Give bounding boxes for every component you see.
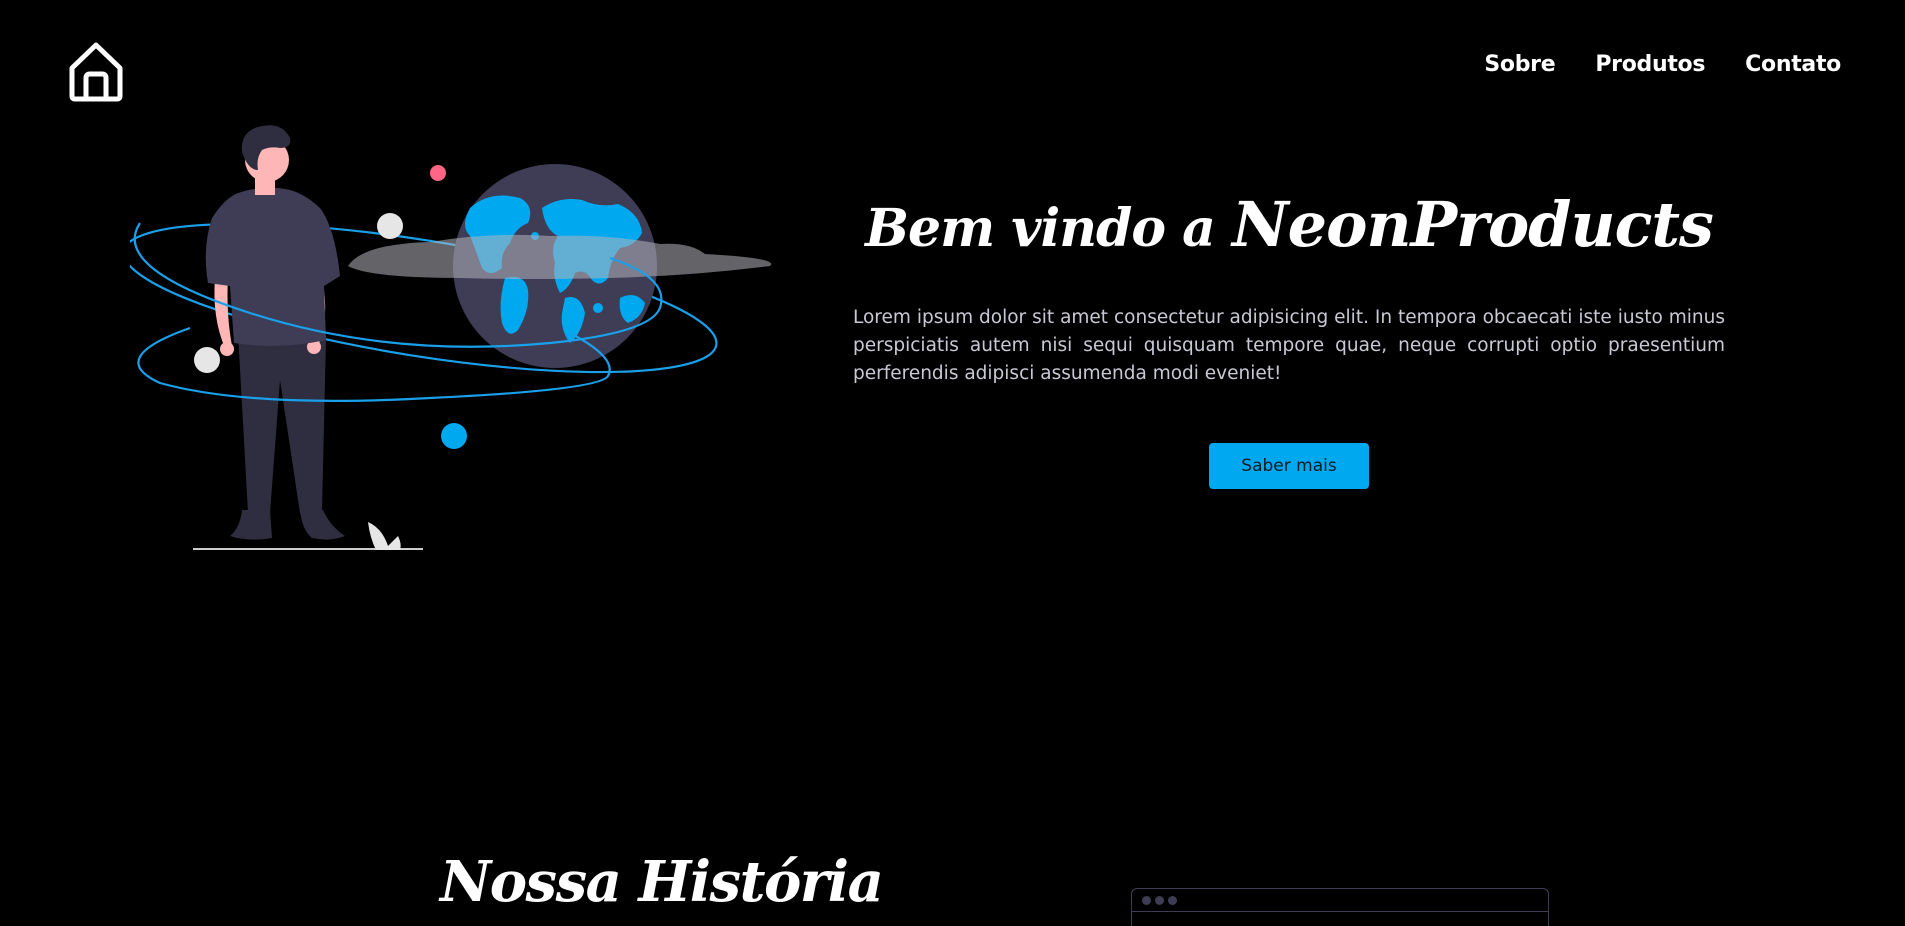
dot-blue [441, 423, 467, 449]
home-link[interactable] [68, 40, 124, 102]
browser-title-bar [1132, 889, 1548, 912]
hero-title-prefix: Bem vindo a [865, 198, 1232, 259]
hero-description: Lorem ipsum dolor sit amet consectetur a… [853, 307, 1725, 384]
browser-window-illustration [1131, 888, 1549, 926]
browser-dot-icon [1168, 895, 1177, 905]
hero-title-brand: NeonProducts [1231, 188, 1714, 261]
saber-mais-button[interactable]: Saber mais [1209, 443, 1369, 489]
browser-dot-icon [1142, 895, 1151, 905]
man-with-globe-illustration [130, 125, 772, 550]
dot-red [430, 165, 446, 181]
browser-dot-icon [1155, 895, 1164, 905]
hero-text: Bem vindo a NeonProducts Lorem ipsum dol… [853, 180, 1725, 388]
plant [368, 522, 401, 550]
main-nav: Sobre Produtos Contato [1484, 52, 1841, 77]
nav-link-sobre[interactable]: Sobre [1484, 52, 1555, 77]
nav-link-produtos[interactable]: Produtos [1595, 52, 1705, 77]
nav-link-contato[interactable]: Contato [1745, 52, 1841, 77]
home-icon [69, 42, 123, 102]
dot-white-left [194, 347, 220, 373]
page: Sobre Produtos Contato Bem vindo a NeonP… [0, 0, 1905, 926]
history-title: Nossa História [440, 849, 884, 915]
dot-white-top [377, 213, 403, 239]
cloud [348, 234, 772, 279]
hero-title: Bem vindo a NeonProducts [853, 180, 1725, 274]
